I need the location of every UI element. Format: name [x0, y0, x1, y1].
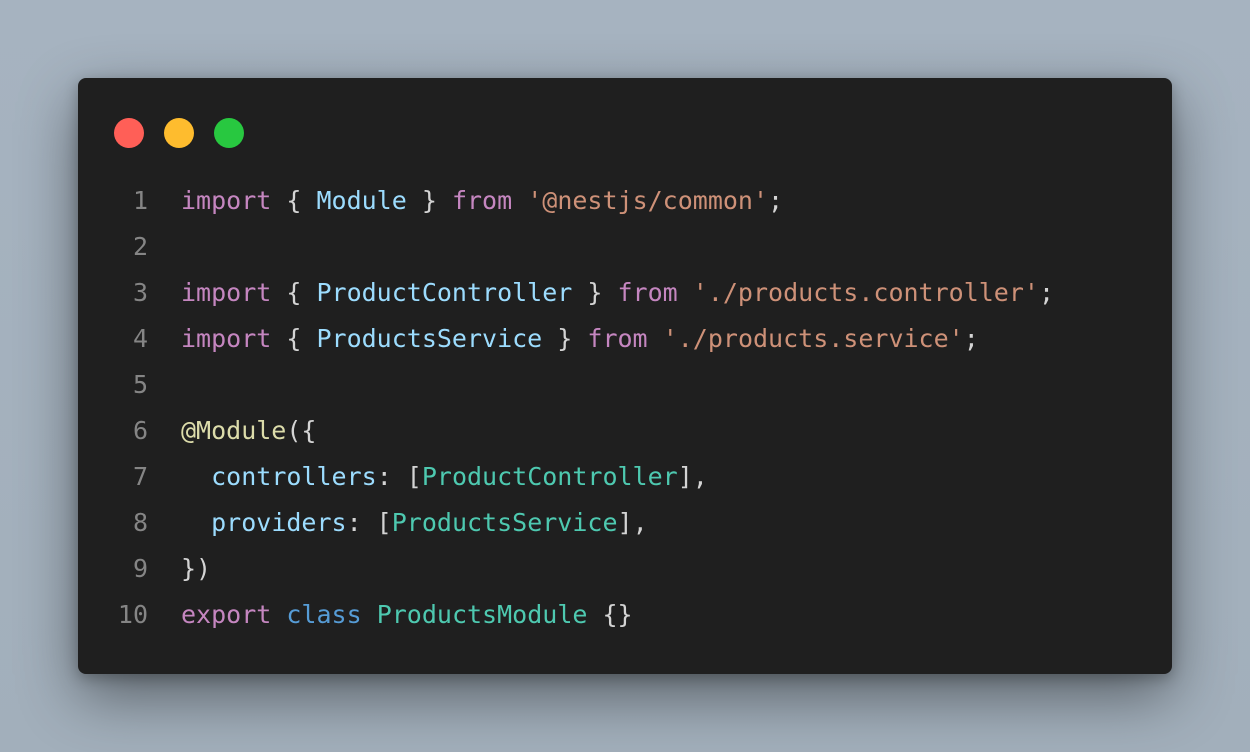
code-token-punct: [362, 600, 377, 629]
code-token-type: ProductsModule: [376, 599, 588, 629]
line-number: 1: [132, 185, 148, 215]
code-token-punct: ],: [677, 461, 708, 491]
code-token-keyword: import: [181, 323, 272, 353]
line-content: }): [181, 554, 211, 583]
line-content: providers: [ProductsService],: [181, 508, 648, 537]
code-token-punct: ;: [1038, 277, 1055, 307]
code-token-variable: ProductsService: [316, 323, 543, 353]
line-content: import { Module } from '@nestjs/common';: [181, 186, 783, 215]
line-content: controllers: [ProductController],: [181, 462, 708, 491]
code-token-keyword: from: [587, 323, 648, 353]
code-token-punct: [181, 508, 211, 537]
line-number: 8: [132, 507, 148, 537]
code-editor: 1 import { Module } from '@nestjs/common'…: [78, 177, 1172, 637]
line-content: export class ProductsModule {}: [181, 600, 633, 629]
code-token-variable: controllers: [211, 461, 377, 491]
code-line: 1 import { Module } from '@nestjs/common'…: [78, 177, 1172, 223]
code-token-punct: ],: [617, 507, 648, 537]
code-token-punct: {}: [587, 599, 633, 629]
code-token-punct: [181, 462, 211, 491]
code-token-keyword: from: [617, 277, 678, 307]
code-token-punct: [678, 278, 693, 307]
window-controls: [114, 118, 244, 148]
minimize-button[interactable]: [164, 118, 194, 148]
code-token-punct: {: [271, 185, 317, 215]
code-token-punct: : [: [346, 507, 392, 537]
code-token-keyword: import: [181, 185, 272, 215]
code-token-string: './products.service': [662, 323, 964, 353]
code-token-variable: ProductController: [316, 277, 573, 307]
code-token-string: '@nestjs/common': [527, 185, 769, 215]
line-number: 5: [132, 369, 148, 399]
code-token-string: './products.controller': [692, 277, 1039, 307]
code-token-variable: Module: [316, 185, 407, 215]
line-content: import { ProductController } from './pro…: [181, 278, 1054, 307]
code-token-decorator: @Module: [181, 415, 287, 445]
line-number: 9: [132, 553, 148, 583]
code-token-punct: ({: [286, 415, 317, 445]
code-token-punct: }: [572, 277, 618, 307]
line-number: 2: [132, 231, 148, 261]
code-token-punct: ;: [768, 185, 784, 215]
code-token-punct: [271, 600, 286, 629]
code-line: 3 import { ProductController } from './pr…: [78, 269, 1172, 315]
line-content: import { ProductsService } from './produ…: [181, 324, 979, 353]
code-token-keyword: import: [181, 277, 272, 307]
code-line: 6 @Module({: [78, 407, 1172, 453]
code-token-storage: class: [286, 599, 362, 629]
code-line: 5: [78, 361, 1172, 407]
maximize-button[interactable]: [214, 118, 244, 148]
code-token-type: ProductsService: [391, 507, 618, 537]
code-token-punct: ;: [963, 323, 979, 353]
code-line: 10 export class ProductsModule {}: [78, 591, 1172, 637]
line-number: 7: [132, 461, 148, 491]
code-token-variable: providers: [211, 507, 347, 537]
code-line: 2: [78, 223, 1172, 269]
code-token-type: ProductController: [421, 461, 678, 491]
code-token-keyword: export: [181, 599, 272, 629]
code-token-punct: {: [271, 277, 317, 307]
code-token-punct: }: [542, 323, 588, 353]
code-token-punct: }): [181, 553, 212, 583]
line-number: 3: [132, 277, 148, 307]
line-number: 10: [117, 599, 148, 629]
code-window: 1 import { Module } from '@nestjs/common'…: [78, 78, 1172, 674]
code-token-punct: [512, 186, 527, 215]
line-number: 6: [132, 415, 148, 445]
close-button[interactable]: [114, 118, 144, 148]
code-line: 7 controllers: [ProductController],: [78, 453, 1172, 499]
code-token-punct: {: [271, 323, 317, 353]
code-token-punct: }: [406, 185, 452, 215]
code-line: 9}): [78, 545, 1172, 591]
line-content: @Module({: [181, 416, 316, 445]
code-token-punct: : [: [376, 461, 422, 491]
code-line: 4 import { ProductsService } from './prod…: [78, 315, 1172, 361]
code-line: 8 providers: [ProductsService],: [78, 499, 1172, 545]
code-token-punct: [648, 324, 663, 353]
code-token-keyword: from: [451, 185, 513, 215]
line-number: 4: [132, 323, 148, 353]
